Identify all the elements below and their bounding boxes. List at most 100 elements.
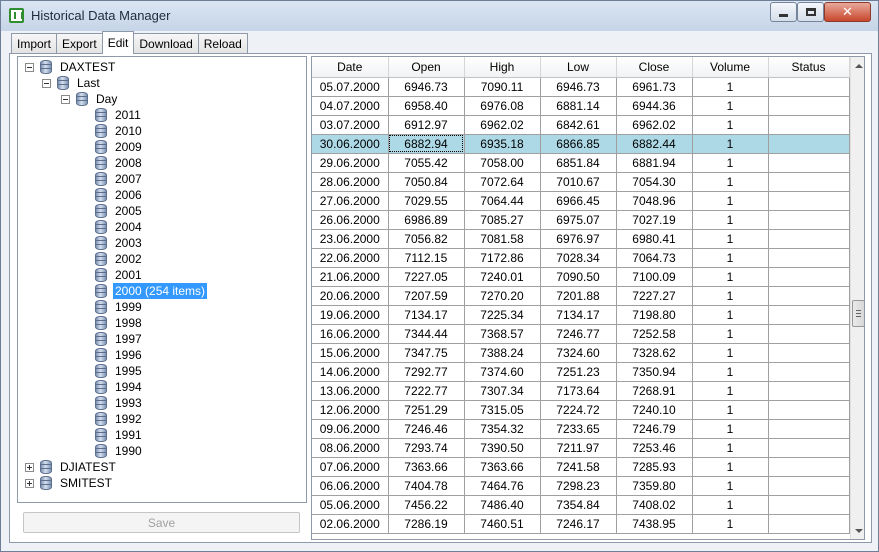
column-header-status[interactable]: Status (768, 57, 850, 78)
tree-node[interactable]: 1991 (95, 427, 144, 443)
data-grid[interactable]: Date Open High Low Close Volume Status 05.07.2… (311, 56, 865, 540)
cell-high[interactable]: 7388.24 (464, 343, 541, 363)
column-header-date[interactable]: Date (312, 57, 389, 78)
table-row[interactable]: 16.06.2000 7344.44 7368.57 7246.77 7252.58 1 (312, 324, 850, 344)
table-row[interactable]: 06.06.2000 7404.78 7464.76 7298.23 7359.80 1 (312, 476, 850, 496)
tree-node[interactable]: 1993 (95, 395, 144, 411)
cell-volume[interactable]: 1 (692, 191, 769, 211)
cell-date[interactable]: 27.06.2000 (312, 191, 389, 211)
cell-date[interactable]: 28.06.2000 (312, 172, 389, 192)
cell-status[interactable] (768, 248, 850, 268)
cell-open[interactable]: 7207.59 (388, 286, 465, 306)
cell-low[interactable]: 7211.97 (540, 438, 617, 458)
cell-date[interactable]: 05.07.2000 (312, 77, 389, 97)
cell-close[interactable]: 7408.02 (616, 495, 693, 515)
cell-close[interactable]: 7027.19 (616, 210, 693, 230)
table-row[interactable]: 02.06.2000 7286.19 7460.51 7246.17 7438.95 1 (312, 514, 850, 534)
cell-open[interactable]: 7456.22 (388, 495, 465, 515)
cell-open[interactable]: 6986.89 (388, 210, 465, 230)
cell-close[interactable]: 7100.09 (616, 267, 693, 287)
collapse-icon[interactable] (61, 94, 70, 104)
column-header-close[interactable]: Close (616, 57, 693, 78)
scroll-down-button[interactable] (851, 522, 864, 539)
cell-high[interactable]: 7081.58 (464, 229, 541, 249)
cell-date[interactable]: 12.06.2000 (312, 400, 389, 420)
tree-node[interactable]: SMITEST (25, 475, 114, 491)
cell-volume[interactable]: 1 (692, 286, 769, 306)
cell-close[interactable]: 7048.96 (616, 191, 693, 211)
cell-status[interactable] (768, 191, 850, 211)
cell-low[interactable]: 7134.17 (540, 305, 617, 325)
cell-volume[interactable]: 1 (692, 229, 769, 249)
table-row[interactable]: 09.06.2000 7246.46 7354.32 7233.65 7246.79 1 (312, 419, 850, 439)
cell-open[interactable]: 7222.77 (388, 381, 465, 401)
cell-status[interactable] (768, 324, 850, 344)
cell-volume[interactable]: 1 (692, 419, 769, 439)
tree-node[interactable]: 2008 (95, 155, 144, 171)
cell-volume[interactable]: 1 (692, 457, 769, 477)
table-row[interactable]: 19.06.2000 7134.17 7225.34 7134.17 7198.80 1 (312, 305, 850, 325)
tree-node[interactable]: Last (42, 75, 102, 91)
cell-low[interactable]: 7010.67 (540, 172, 617, 192)
cell-status[interactable] (768, 514, 850, 534)
cell-date[interactable]: 16.06.2000 (312, 324, 389, 344)
cell-open[interactable]: 7134.17 (388, 305, 465, 325)
cell-date[interactable]: 21.06.2000 (312, 267, 389, 287)
cell-status[interactable] (768, 115, 850, 135)
cell-date[interactable]: 07.06.2000 (312, 457, 389, 477)
cell-low[interactable]: 7246.77 (540, 324, 617, 344)
tree-node[interactable]: 1997 (95, 331, 144, 347)
cell-date[interactable]: 14.06.2000 (312, 362, 389, 382)
cell-volume[interactable]: 1 (692, 324, 769, 344)
cell-volume[interactable]: 1 (692, 305, 769, 325)
tree-node[interactable]: DJIATEST (25, 459, 118, 475)
cell-status[interactable] (768, 286, 850, 306)
cell-volume[interactable]: 1 (692, 438, 769, 458)
cell-high[interactable]: 7090.11 (464, 77, 541, 97)
cell-open[interactable]: 6882.94 (388, 134, 465, 154)
table-row[interactable]: 26.06.2000 6986.89 7085.27 6975.07 7027.19 1 (312, 210, 850, 230)
vertical-scrollbar[interactable] (850, 57, 864, 539)
cell-close[interactable]: 7252.58 (616, 324, 693, 344)
cell-open[interactable]: 7344.44 (388, 324, 465, 344)
tree-node[interactable]: 2010 (95, 123, 144, 139)
cell-close[interactable]: 7054.30 (616, 172, 693, 192)
cell-date[interactable]: 22.06.2000 (312, 248, 389, 268)
cell-volume[interactable]: 1 (692, 248, 769, 268)
cell-volume[interactable]: 1 (692, 514, 769, 534)
cell-status[interactable] (768, 476, 850, 496)
cell-status[interactable] (768, 96, 850, 116)
cell-date[interactable]: 05.06.2000 (312, 495, 389, 515)
cell-open[interactable]: 7227.05 (388, 267, 465, 287)
tree-node[interactable]: 2006 (95, 187, 144, 203)
cell-high[interactable]: 7464.76 (464, 476, 541, 496)
tree-node[interactable]: Day (61, 91, 119, 107)
cell-high[interactable]: 7368.57 (464, 324, 541, 344)
cell-low[interactable]: 6966.45 (540, 191, 617, 211)
cell-low[interactable]: 6976.97 (540, 229, 617, 249)
cell-date[interactable]: 23.06.2000 (312, 229, 389, 249)
column-header-high[interactable]: High (464, 57, 541, 78)
cell-date[interactable]: 30.06.2000 (312, 134, 389, 154)
column-header-open[interactable]: Open (388, 57, 465, 78)
tree-node[interactable]: 2004 (95, 219, 144, 235)
data-tree[interactable]: DAXTEST Last Day 2011 2010 2009 2008 2007 2006 20… (17, 56, 307, 503)
cell-open[interactable]: 7050.84 (388, 172, 465, 192)
tab-export[interactable]: Export (56, 33, 103, 54)
collapse-icon[interactable] (25, 62, 34, 72)
tree-node[interactable]: 1992 (95, 411, 144, 427)
cell-close[interactable]: 6882.44 (616, 134, 693, 154)
cell-volume[interactable]: 1 (692, 495, 769, 515)
cell-open[interactable]: 7347.75 (388, 343, 465, 363)
cell-open[interactable]: 6958.40 (388, 96, 465, 116)
tree-node[interactable]: 2007 (95, 171, 144, 187)
tree-node[interactable]: 2011 (95, 107, 143, 123)
cell-volume[interactable]: 1 (692, 476, 769, 496)
cell-high[interactable]: 7240.01 (464, 267, 541, 287)
cell-volume[interactable]: 1 (692, 115, 769, 135)
cell-close[interactable]: 7328.62 (616, 343, 693, 363)
cell-high[interactable]: 7315.05 (464, 400, 541, 420)
table-row[interactable]: 15.06.2000 7347.75 7388.24 7324.60 7328.62 1 (312, 343, 850, 363)
cell-volume[interactable]: 1 (692, 210, 769, 230)
cell-close[interactable]: 6944.36 (616, 96, 693, 116)
